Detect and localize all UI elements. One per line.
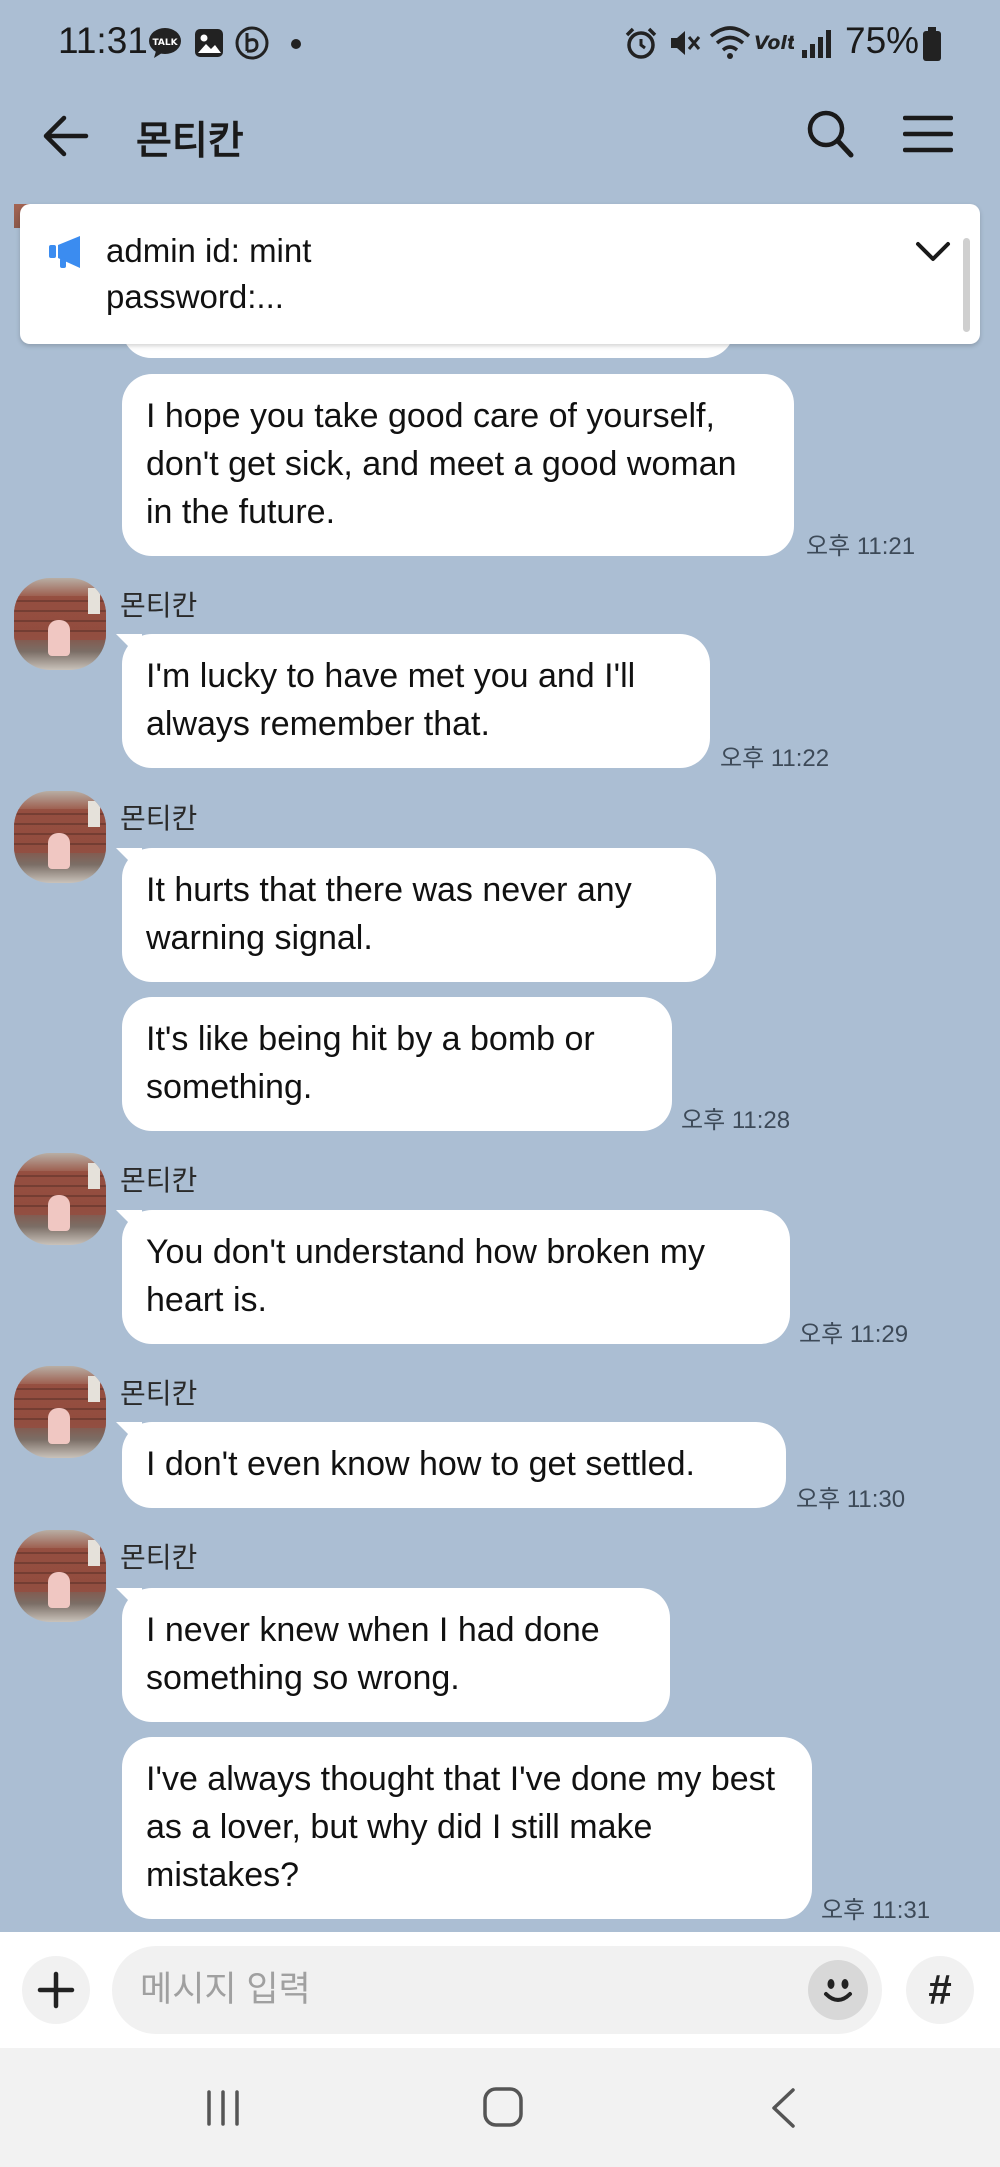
message-bubble[interactable]: I'm lucky to have met you and I'll alway… — [122, 634, 710, 768]
b-app-icon — [235, 26, 269, 60]
message-bubble[interactable]: You don't understand how broken my heart… — [122, 1210, 790, 1344]
message-time: 오후 11:31 — [821, 1897, 931, 1924]
notice-line-1: admin id: mint — [106, 232, 312, 269]
sender-name: 몬티칸 — [120, 590, 198, 621]
emoji-button[interactable] — [808, 1960, 868, 2020]
mute-icon — [671, 31, 701, 55]
message-time: 오후 11:22 — [720, 745, 830, 772]
message-field[interactable] — [112, 1946, 882, 2034]
battery-icon — [923, 27, 941, 61]
battery-percent: 75% — [845, 20, 920, 61]
message-bubble[interactable]: It hurts that there was never any warnin… — [122, 848, 716, 982]
gallery-icon — [195, 29, 223, 57]
hash-icon: # — [928, 1966, 952, 2013]
search-icon[interactable] — [805, 108, 855, 160]
alarm-icon — [625, 27, 657, 59]
status-bar: 11:31 TALK Vol 75% — [0, 0, 1000, 88]
sender-name: 몬티칸 — [120, 1378, 198, 1409]
message-time: 오후 11:30 — [796, 1486, 906, 1513]
avatar[interactable] — [14, 1366, 106, 1458]
hashtag-button[interactable]: # — [906, 1956, 974, 2024]
chat-screen: 11:31 TALK Vol 75% 몬티칸 admin id: mint pa… — [0, 0, 1000, 2167]
avatar[interactable] — [14, 578, 106, 670]
talk-icon: TALK — [149, 28, 181, 58]
message-bubble[interactable]: It's like being hit by a bomb or somethi… — [122, 997, 672, 1131]
message-time: 오후 11:29 — [799, 1321, 909, 1348]
attach-button[interactable] — [22, 1956, 90, 2024]
notice-line-2: password:... — [106, 278, 284, 315]
menu-icon[interactable] — [903, 114, 953, 154]
home-icon[interactable] — [482, 2086, 524, 2128]
wifi-icon — [709, 26, 751, 59]
status-time: 11:31 — [58, 20, 148, 61]
message-bubble[interactable]: I never knew when I had done something s… — [122, 1588, 670, 1722]
system-nav-bar — [0, 2048, 1000, 2167]
back-nav-icon[interactable] — [768, 2086, 798, 2130]
svg-text:Volte: Volte — [754, 32, 794, 54]
back-arrow-icon[interactable] — [40, 112, 92, 160]
pinned-notice[interactable]: admin id: mint password:... — [20, 204, 980, 344]
sender-name: 몬티칸 — [120, 1542, 198, 1573]
message-bubble[interactable]: I hope you take good care of yourself, d… — [122, 374, 794, 556]
notice-scrollbar[interactable] — [963, 238, 970, 332]
message-time: 오후 11:28 — [681, 1107, 791, 1134]
message-input[interactable] — [140, 1964, 780, 2016]
signal-icon — [802, 30, 831, 58]
message-bubble[interactable]: I've always thought that I've done my be… — [122, 1737, 812, 1919]
avatar[interactable] — [14, 1530, 106, 1622]
megaphone-icon — [49, 236, 80, 268]
avatar[interactable] — [14, 1153, 106, 1245]
message-time: 오후 11:21 — [806, 533, 916, 560]
chat-title: 몬티칸 — [136, 120, 244, 163]
recent-apps-icon[interactable] — [203, 2088, 243, 2128]
message-input-bar: # — [0, 1932, 1000, 2048]
emoji-icon — [824, 1979, 852, 2002]
chevron-down-icon[interactable] — [915, 240, 951, 264]
dot-icon — [291, 39, 301, 49]
message-bubble[interactable]: I don't even know how to get settled. — [122, 1422, 786, 1508]
volte-icon: Volte — [754, 32, 794, 54]
plus-icon — [37, 1971, 75, 2009]
svg-text:TALK: TALK — [152, 38, 178, 48]
sender-name: 몬티칸 — [120, 803, 198, 834]
chat-header: 몬티칸 — [0, 96, 1000, 176]
avatar[interactable] — [14, 791, 106, 883]
sender-name: 몬티칸 — [120, 1165, 198, 1196]
